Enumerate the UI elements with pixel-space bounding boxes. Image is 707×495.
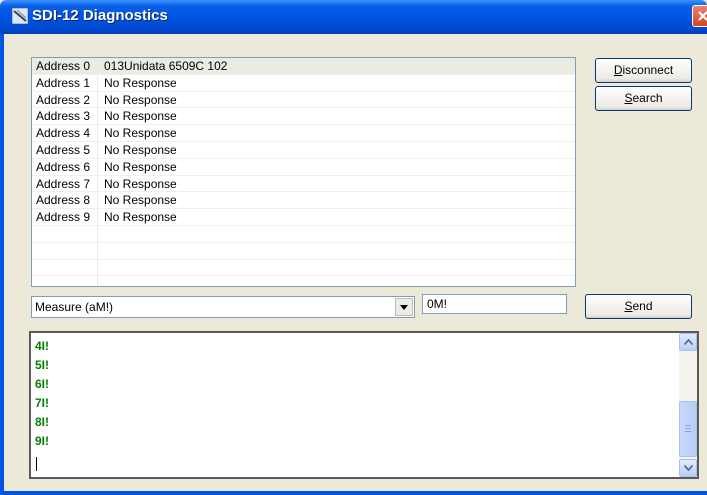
close-icon [698,11,707,21]
window-title: SDI-12 Diagnostics [32,7,168,24]
vertical-scrollbar[interactable] [679,333,697,477]
chevron-down-icon [400,305,408,310]
device-address: Address 1 [36,75,91,90]
search-label: earch [632,91,663,105]
device-response: No Response [104,92,177,107]
output-line: 7I! [35,396,50,410]
app-icon [12,8,28,24]
device-address: Address 7 [36,176,91,191]
grip-line [685,431,691,432]
device-response: No Response [104,210,177,225]
send-label: end [632,299,653,313]
device-address: Address 8 [36,193,91,208]
chevron-up-icon [684,339,693,345]
text-caret [36,457,37,471]
window-frame-bottom [0,491,707,495]
list-item[interactable]: Address 7 No Response [32,176,575,193]
list-item[interactable]: Address 3 No Response [32,108,575,126]
sdi12-diagnostics-window: SDI-12 Diagnostics Address 0 013Unidata … [0,0,707,495]
list-item[interactable]: Address 5 No Response [32,142,575,159]
list-item[interactable]: Address 0 013Unidata 6509C 102 [32,58,575,75]
title-bar[interactable]: SDI-12 Diagnostics [0,0,707,34]
grip-line [685,425,691,426]
device-address: Address 3 [36,109,91,124]
device-response: No Response [104,75,177,90]
dropdown-button[interactable] [395,298,413,316]
command-input[interactable] [422,294,567,314]
device-address: Address 4 [36,126,91,141]
empty-row [32,243,575,260]
list-item[interactable]: Address 4 No Response [32,125,575,142]
output-line: 9I! [35,434,50,448]
device-list[interactable]: Address 0 013Unidata 6509C 102 Address 1… [31,57,576,287]
device-response: No Response [104,126,177,141]
output-line: 8I! [35,415,50,429]
output-lines: 4I! 5I! 6I! 7I! 8I! 9I! [35,337,49,451]
device-response: No Response [104,176,177,191]
list-item[interactable]: Address 6 No Response [32,159,575,176]
device-address: Address 6 [36,159,91,174]
list-item[interactable]: Address 1 No Response [32,75,575,92]
output-line: 4I! [35,339,50,353]
device-response: No Response [104,159,177,174]
command-select[interactable]: Measure (aM!) [31,296,415,318]
chevron-down-icon [684,465,693,471]
output-line: 5I! [35,358,50,372]
list-item[interactable]: Address 2 No Response [32,92,575,109]
device-response: No Response [104,142,177,157]
grip-line [685,428,691,429]
empty-row [32,260,575,277]
list-item[interactable]: Address 8 No Response [32,192,575,210]
device-address: Address 5 [36,142,91,157]
list-item[interactable]: Address 9 No Response [32,209,575,226]
send-button[interactable]: Send [585,294,692,319]
empty-row [32,226,575,243]
device-address: Address 9 [36,210,91,225]
device-response: 013Unidata 6509C 102 [104,59,228,73]
scroll-down-button[interactable] [679,459,697,477]
device-response: No Response [104,109,177,124]
command-select-value: Measure (aM!) [35,300,114,314]
close-button[interactable] [692,5,707,27]
device-address: Address 2 [36,92,91,107]
disconnect-label: isconnect [622,63,674,77]
scroll-thumb[interactable] [679,401,697,457]
disconnect-button[interactable]: Disconnect [595,58,692,83]
output-log[interactable]: 4I! 5I! 6I! 7I! 8I! 9I! [29,331,699,479]
scroll-up-button[interactable] [679,333,697,351]
device-address: Address 0 [36,59,91,73]
window-frame-left [0,34,4,495]
device-response: No Response [104,193,177,208]
output-line: 6I! [35,377,50,391]
search-button[interactable]: Search [595,86,692,111]
